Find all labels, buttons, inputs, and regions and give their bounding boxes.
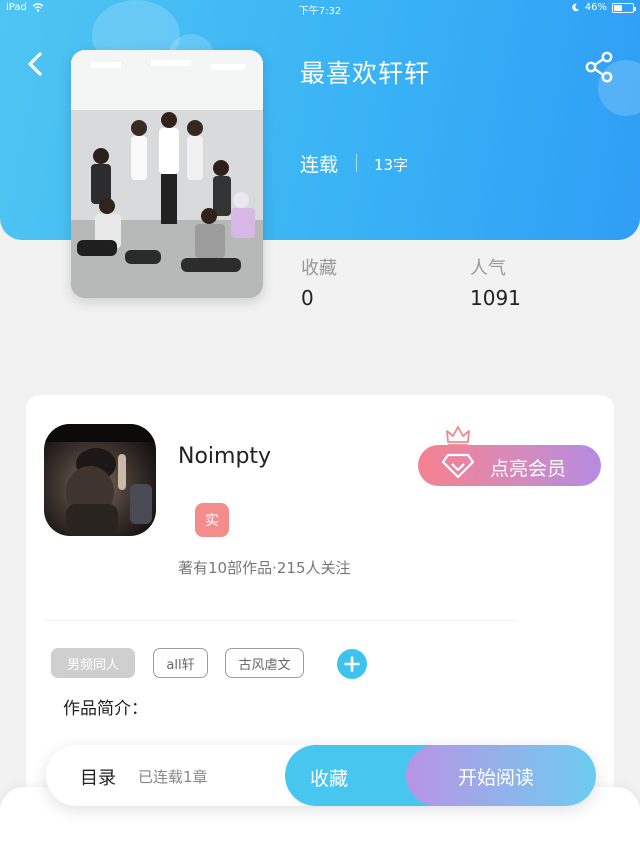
stat-value: 0 <box>301 286 314 310</box>
status-time: 下午7:32 <box>298 6 342 17</box>
chevron-left-icon[interactable] <box>22 50 50 78</box>
stat-value: 1091 <box>470 286 521 310</box>
status-divider <box>356 154 357 172</box>
chapter-count: 已连载1章 <box>138 768 208 786</box>
crown-icon <box>445 424 471 446</box>
status-bar-right: 46% <box>571 2 636 13</box>
moon-icon <box>571 3 580 12</box>
plus-icon[interactable] <box>337 649 367 679</box>
word-count: 13字 <box>374 156 409 174</box>
tag-chip[interactable]: 男频同人 <box>51 648 135 678</box>
book-cover-image[interactable] <box>71 50 263 298</box>
author-name[interactable]: Noimpty <box>178 444 271 469</box>
tag-chip[interactable]: all轩 <box>153 648 208 678</box>
table-of-contents-button[interactable]: 目录 <box>80 764 116 790</box>
card-divider <box>46 620 516 621</box>
tag-chip[interactable]: 古风虐文 <box>225 648 304 678</box>
share-icon[interactable] <box>582 50 616 84</box>
author-avatar[interactable] <box>44 424 156 536</box>
synopsis-label: 作品简介： <box>63 699 148 719</box>
battery-cap <box>634 6 636 11</box>
start-reading-label[interactable]: 开始阅读 <box>458 763 534 790</box>
collect-button-label[interactable]: 收藏 <box>310 764 348 791</box>
cover-photo <box>71 50 263 298</box>
avatar-photo <box>44 424 156 536</box>
battery-percent: 46% <box>584 2 607 13</box>
stat-label: 人气 <box>470 258 506 279</box>
verified-badge: 实 <box>195 503 229 537</box>
vip-button-label[interactable]: 点亮会员 <box>490 454 566 481</box>
stat-favorites: 收藏 0 <box>301 254 337 310</box>
author-meta: 著有10部作品·215人关注 <box>178 559 351 577</box>
stat-popularity: 人气 1091 <box>470 254 521 310</box>
battery-icon <box>612 2 636 13</box>
stat-label: 收藏 <box>301 258 337 279</box>
book-title: 最喜欢轩轩 <box>300 59 431 88</box>
serialization-status: 连载 <box>300 154 339 176</box>
battery-level-fill <box>614 4 622 11</box>
status-bar: iPad 下午7:32 46% <box>0 0 640 18</box>
diamond-icon <box>441 453 475 479</box>
